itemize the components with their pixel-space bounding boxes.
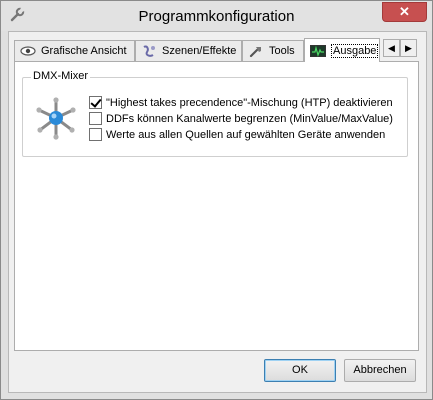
tab-label: Tools [269,45,295,57]
eye-icon [20,46,36,56]
tab-label: Szenen/Effekte [162,45,237,57]
option-label: Werte aus allen Quellen auf gewählten Ge… [106,128,386,141]
tab-strip: Grafische Ansicht Szenen/Effekte Tools A… [14,38,418,62]
checkbox-checked[interactable] [89,96,102,109]
tab-label: Grafische Ansicht [41,45,127,57]
ok-button[interactable]: OK [264,359,336,382]
output-icon [310,44,326,57]
option-disable-htp[interactable]: "Highest takes precendence"-Mischung (HT… [89,96,393,109]
checkbox[interactable] [89,112,102,125]
tab-scroll-left-button[interactable]: ◀ [383,39,400,57]
group-title: DMX-Mixer [31,70,90,82]
option-label: "Highest takes precendence"-Mischung (HT… [106,96,393,109]
tab-szenen-effekte[interactable]: Szenen/Effekte [135,40,242,61]
scenes-icon [143,45,155,57]
option-ddf-limit-values[interactable]: DDFs können Kanalwerte begrenzen (MinVal… [89,112,393,125]
tab-tools[interactable]: Tools [242,40,304,61]
close-button[interactable]: ✕ [382,2,427,22]
window-title: Programmkonfiguration [138,8,295,25]
checkbox[interactable] [89,128,102,141]
option-apply-all-sources[interactable]: Werte aus allen Quellen auf gewählten Ge… [89,128,385,141]
tab-grafische-ansicht[interactable]: Grafische Ansicht [14,40,135,61]
tab-label: Ausgabe [331,43,379,58]
title-bar[interactable]: Programmkonfiguration ✕ [1,1,432,31]
tools-icon [249,47,261,58]
dmx-mixer-icon [36,97,76,140]
tab-scroll-right-button[interactable]: ▶ [400,39,417,57]
option-label: DDFs können Kanalwerte begrenzen (MinVal… [106,112,393,125]
tab-ausgabe[interactable]: Ausgabe [304,38,380,62]
cancel-button[interactable]: Abbrechen [344,359,416,382]
